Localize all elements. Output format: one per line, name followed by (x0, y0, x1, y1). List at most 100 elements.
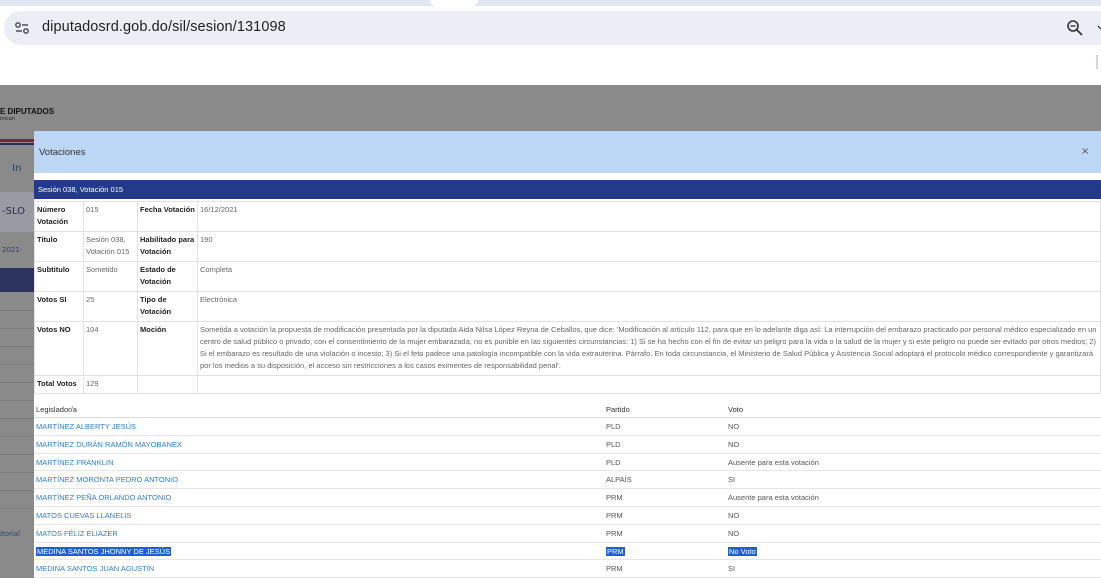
legislator-link[interactable]: MATOS FÉLIZ ELIAZER (36, 529, 118, 538)
subtitulo-value: Sometido (83, 261, 138, 292)
background-divider (0, 418, 34, 419)
votaciones-modal: Votaciones × Sesión 038, Votación 015 Nú… (34, 131, 1101, 578)
votos-si-value: 25 (83, 291, 138, 322)
legislator-link[interactable]: MARTÍNEZ MORONTA PEDRO ANTONIO (36, 475, 178, 484)
party-cell: PRM (606, 564, 623, 574)
background-divider (0, 310, 34, 311)
estado-value: Completa (197, 261, 1101, 292)
fecha-value: 16/12/2021 (197, 201, 1101, 232)
fecha-label: Fecha Votación (137, 201, 198, 232)
legislator-link[interactable]: MARTÍNEZ FRANKLIN (36, 458, 113, 467)
vote-cell: Ausente para esta votación (728, 457, 819, 467)
browser-chrome: diputadosrd.gob.do/sil/sesion/131098 (0, 0, 1101, 85)
table-row: MARTÍNEZ FRANKLIN PLD Ausente para esta vo… (34, 454, 1101, 472)
background-year: 2021- (2, 246, 23, 254)
tipo-label: Tipo de Votación (137, 291, 198, 322)
header-legislador: Legislador/a (36, 405, 77, 414)
vote-cell: NO (728, 510, 740, 520)
total-value: 129 (83, 375, 138, 394)
party-cell: PRM (606, 510, 623, 520)
party-cell: PRM (606, 493, 623, 503)
background-divider (0, 382, 34, 383)
chevron-down-icon[interactable] (1097, 22, 1101, 34)
numero-value: 015 (83, 201, 138, 232)
table-row: MEDINA SANTOS JHONNY DE JESÚS PRM No Voto (34, 543, 1101, 561)
tab-strip (0, 0, 1101, 6)
site-brand: E DIPUTADOS (0, 107, 55, 116)
table-row: MARTÍNEZ DURÁN RAMÓN MAYOBANEX PLD NO (34, 436, 1101, 454)
background-divider (0, 436, 34, 437)
party-cell: PRM (606, 546, 625, 556)
active-tab-edge (430, 0, 478, 6)
background-divider (0, 472, 34, 473)
background-divider (0, 346, 34, 347)
table-row: MATOS FÉLIZ ELIAZER PRM NO (34, 525, 1101, 543)
vote-cell: NO (728, 422, 740, 431)
side-panel-edge (1096, 55, 1098, 69)
vote-cell: No Voto (728, 546, 757, 556)
mocion-value: Sometida a votación la propuesta de modi… (197, 321, 1101, 376)
table-row: MARTÍNEZ ALBERTY JESÚS PLD NO (34, 418, 1101, 436)
vote-details-table: Número Votación 015 Fecha Votación 16/12… (34, 201, 1101, 394)
legislator-link[interactable]: MATOS CUEVAS LLANELIS (36, 511, 131, 520)
modal-header: Votaciones × (34, 131, 1101, 173)
numero-label: Número Votación (34, 201, 84, 232)
party-cell: PRM (606, 528, 623, 538)
legislator-link[interactable]: MEDINA SANTOS JUAN AGUSTÍN (36, 564, 154, 573)
legislator-link[interactable]: MARTÍNEZ ALBERTY JESÚS (36, 422, 136, 431)
titulo-value: Sesión 038, Votación 015 (83, 231, 138, 262)
background-sidebox: -SLO (0, 192, 34, 232)
site-info-icon[interactable] (14, 20, 30, 36)
site-brand-sub: inican (0, 116, 15, 122)
table-row: MARTÍNEZ MORONTA PEDRO ANTONIO ALPAÍS SI (34, 471, 1101, 490)
vote-cell: Ausente para esta votación (728, 493, 819, 503)
table-row: MARTÍNEZ PEÑA ORLANDO ANTONIO PRM Ausente … (34, 489, 1101, 507)
habilitado-label: Habilitado para Votación (137, 231, 198, 262)
vote-cell: SI (728, 564, 736, 574)
background-divider (0, 508, 34, 509)
party-cell: PLD (606, 439, 621, 449)
background-divider (0, 490, 34, 491)
header-voto: Voto (728, 405, 744, 414)
modal-title: Votaciones (39, 147, 86, 158)
vote-cell: NO (728, 528, 740, 538)
header-partido: Partido (606, 405, 630, 414)
background-divider (0, 454, 34, 455)
background-divider (0, 400, 34, 401)
brand-stripe-blue (0, 143, 34, 145)
session-title-bar: Sesión 038, Votación 015 (34, 180, 1101, 199)
subtitulo-label: Subtitulo (34, 261, 84, 292)
brand-stripe-red (0, 139, 34, 142)
background-divider (0, 364, 34, 365)
zoom-icon[interactable] (1066, 19, 1084, 37)
url-text[interactable]: diputadosrd.gob.do/sil/sesion/131098 (42, 19, 286, 35)
titulo-label: Titulo (34, 231, 84, 262)
background-history-link: itorial (0, 530, 21, 538)
session-title: Sesión 038, Votación 015 (38, 185, 124, 194)
habilitado-value: 190 (197, 231, 1101, 262)
legislator-link[interactable]: MARTÍNEZ PEÑA ORLANDO ANTONIO (36, 493, 171, 502)
empty-cell (197, 375, 1101, 394)
estado-label: Estado de Votación (137, 261, 198, 292)
vote-cell: NO (728, 439, 740, 449)
legislator-link[interactable]: MARTÍNEZ DURÁN RAMÓN MAYOBANEX (36, 440, 182, 449)
address-bar[interactable]: diputadosrd.gob.do/sil/sesion/131098 (4, 11, 1101, 45)
close-icon[interactable]: × (1081, 146, 1089, 157)
vote-cell: SI (728, 475, 736, 485)
votes-list: MARTÍNEZ ALBERTY JESÚS PLD NO MARTÍNEZ DURÁ… (34, 418, 1101, 578)
votos-no-value: 104 (83, 321, 138, 376)
total-label: Total Votos (34, 375, 84, 394)
party-cell: ALPAÍS (606, 475, 632, 485)
background-sidebox-text: -SLO (2, 206, 26, 217)
votos-si-label: Votos SI (34, 291, 84, 322)
votos-no-label: Votos NO (34, 321, 84, 376)
party-cell: PLD (606, 457, 621, 467)
votes-list-header: Legislador/a Partido Voto (34, 401, 1101, 418)
empty-cell (137, 375, 198, 394)
table-row: MEDINA SANTOS JUAN AGUSTÍN PRM SI (34, 560, 1101, 578)
table-row: MATOS CUEVAS LLANELIS PRM NO (34, 507, 1101, 525)
background-divider (0, 328, 34, 329)
background-nav-item: In (12, 163, 22, 174)
background-navbar (0, 268, 34, 292)
legislator-link[interactable]: MEDINA SANTOS JHONNY DE JESÚS (36, 546, 172, 556)
